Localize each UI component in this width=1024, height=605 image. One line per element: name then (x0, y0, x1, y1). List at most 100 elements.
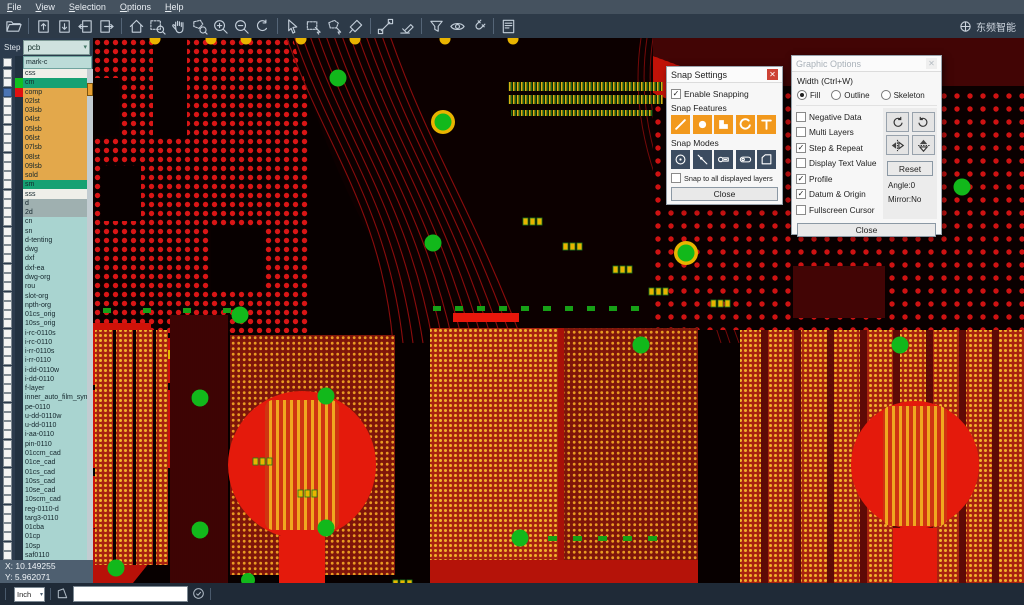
layer-row-i-dd-0110[interactable]: i-dd-0110 (0, 375, 93, 384)
layer-visibility-checkbox[interactable] (3, 236, 12, 245)
snap-contour-button[interactable] (757, 150, 776, 169)
layer-row-sn[interactable]: sn (0, 227, 93, 236)
layer-row-comp[interactable]: comp (0, 88, 93, 97)
snap-surface-button[interactable] (714, 115, 733, 134)
checkbox-fullscreen-cursor[interactable]: Fullscreen Cursor (796, 203, 883, 217)
layer-row-css[interactable]: css (0, 69, 93, 78)
layer-visibility-checkbox[interactable] (3, 310, 12, 319)
layer-row-pin-0110[interactable]: pin-0110 (0, 440, 93, 449)
snap-point-button[interactable] (693, 150, 712, 169)
layer-visibility-checkbox[interactable] (3, 366, 12, 375)
layer-name[interactable]: 01ce_cad (23, 458, 87, 467)
eraser-icon[interactable] (396, 16, 417, 36)
layer-row-reg-0110-d[interactable]: reg-0110-d (0, 504, 93, 513)
radio-fill[interactable]: Fill (797, 90, 820, 100)
layer-row-03lsb[interactable]: 03lsb (0, 106, 93, 115)
layer-name[interactable]: dxf-ea (23, 264, 87, 273)
open-folder-icon[interactable] (3, 16, 24, 36)
layer-visibility-checkbox[interactable] (3, 514, 12, 523)
layer-visibility-checkbox[interactable] (3, 171, 12, 180)
snap-pad-button[interactable] (693, 115, 712, 134)
layer-name[interactable]: 01cba (23, 523, 87, 532)
layer-name[interactable]: npth-org (23, 301, 87, 310)
layer-visibility-checkbox[interactable] (3, 532, 12, 541)
layer-row-07lsb[interactable]: 07lsb (0, 143, 93, 152)
layer-row-10ss_orig[interactable]: 10ss_orig (0, 319, 93, 328)
unit-select[interactable]: Inch ▾ (14, 587, 45, 602)
layer-visibility-checkbox[interactable] (3, 217, 12, 226)
reset-button[interactable]: Reset (887, 161, 933, 176)
layer-row-i-rc-0110s[interactable]: i-rc-0110s (0, 328, 93, 337)
layer-row-pe-0110[interactable]: pe-0110 (0, 403, 93, 412)
layer-row-npth-org[interactable]: npth-org (0, 301, 93, 310)
mirror-horizontal-button[interactable] (886, 135, 909, 155)
layer-visibility-checkbox[interactable] (3, 412, 12, 421)
layer-row-i-rr-0110[interactable]: i-rr-0110 (0, 356, 93, 365)
layer-row-10se_cad[interactable]: 10se_cad (0, 486, 93, 495)
layer-visibility-checkbox[interactable] (3, 384, 12, 393)
layer-name[interactable]: d (23, 199, 87, 208)
snap-all-layers-checkbox[interactable]: Snap to all displayed layers (671, 173, 778, 183)
layer-visibility-checkbox[interactable] (3, 143, 12, 152)
radio-skeleton[interactable]: Skeleton (881, 90, 925, 100)
layer-name[interactable]: pin-0110 (23, 440, 87, 449)
layer-visibility-checkbox[interactable] (3, 375, 12, 384)
home-icon[interactable] (126, 16, 147, 36)
snap-slot-button[interactable] (714, 150, 733, 169)
layer-name[interactable]: i-rc-0110 (23, 338, 87, 347)
layer-row-sold[interactable]: sold (0, 171, 93, 180)
layer-row-i-rc-0110[interactable]: i-rc-0110 (0, 338, 93, 347)
radio-outline[interactable]: Outline (831, 90, 869, 100)
select-polygon-icon[interactable] (324, 16, 345, 36)
layer-name[interactable]: i-dd-0110w (23, 366, 87, 375)
snap-slot-outline-button[interactable] (736, 150, 755, 169)
layer-name[interactable]: d-tenting (23, 236, 87, 245)
layer-row-sm[interactable]: sm (0, 180, 93, 189)
close-icon[interactable]: ✕ (767, 69, 778, 80)
layer-visibility-checkbox[interactable] (3, 78, 12, 87)
layer-row-u-dd-0110[interactable]: u-dd-0110 (0, 421, 93, 430)
layer-row-u-dd-0110w[interactable]: u-dd-0110w (0, 412, 93, 421)
measure-icon[interactable] (375, 16, 396, 36)
filter-icon[interactable] (426, 16, 447, 36)
layer-name[interactable]: sm (23, 180, 87, 189)
layer-visibility-checkbox[interactable] (3, 393, 12, 402)
checkbox-negative-data[interactable]: Negative Data (796, 110, 883, 124)
layer-name[interactable]: pe-0110 (23, 403, 87, 412)
import-icon[interactable] (75, 16, 96, 36)
layer-name[interactable]: 06lst (23, 134, 87, 143)
layer-visibility-checkbox[interactable] (3, 245, 12, 254)
layer-name[interactable]: 03lsb (23, 106, 87, 115)
layer-row-d-tenting[interactable]: d-tenting (0, 236, 93, 245)
layer-row-f-layer[interactable]: f-layer (0, 384, 93, 393)
layer-visibility-checkbox[interactable] (3, 180, 12, 189)
layer-visibility-checkbox[interactable] (3, 486, 12, 495)
layer-name[interactable]: 01cs_cad (23, 467, 87, 476)
layer-name[interactable]: sold (23, 171, 87, 180)
layer-name[interactable]: inner_auto_film_symb (23, 393, 87, 402)
layer-name[interactable]: u-dd-0110 (23, 421, 87, 430)
snap-line-button[interactable] (671, 115, 690, 134)
layer-visibility-checkbox[interactable] (3, 440, 12, 449)
layer-row-dxf-ea[interactable]: dxf-ea (0, 264, 93, 273)
layer-row-cm[interactable]: cm (0, 78, 93, 87)
layer-visibility-checkbox[interactable] (3, 227, 12, 236)
layer-visibility-checkbox[interactable] (3, 477, 12, 486)
checkbox-profile[interactable]: ✓Profile (796, 172, 883, 186)
layer-visibility-checkbox[interactable] (3, 468, 12, 477)
layer-name[interactable]: 10se_cad (23, 486, 87, 495)
layer-visibility-checkbox[interactable] (3, 301, 12, 310)
save-up-icon[interactable] (33, 16, 54, 36)
layer-visibility-checkbox[interactable] (3, 505, 12, 514)
zoom-polygon-icon[interactable] (189, 16, 210, 36)
layer-visibility-checkbox[interactable] (3, 292, 12, 301)
layer-row-01ce_cad[interactable]: 01ce_cad (0, 458, 93, 467)
layer-name[interactable]: 09lsb (23, 162, 87, 171)
layer-name[interactable]: dwg-org (23, 273, 87, 282)
layer-row-01cp[interactable]: 01cp (0, 532, 93, 541)
snap-text-button[interactable] (757, 115, 776, 134)
layer-row-rou[interactable]: rou (0, 282, 93, 291)
layer-name[interactable]: dxf (23, 254, 87, 263)
layer-row-dxf[interactable]: dxf (0, 254, 93, 263)
layer-name[interactable]: cn (23, 217, 87, 226)
